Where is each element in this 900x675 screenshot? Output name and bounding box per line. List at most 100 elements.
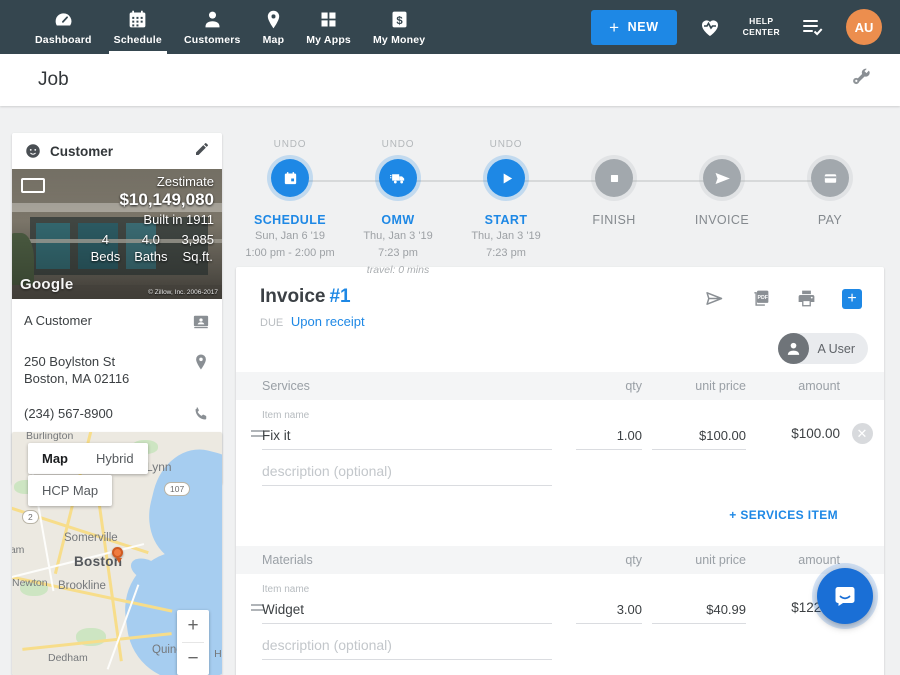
unit-price-input[interactable]: [652, 600, 746, 624]
apps-grid-icon: [318, 9, 339, 30]
nav-label: Map: [263, 34, 285, 46]
phone-icon[interactable]: [192, 405, 210, 428]
user-avatar[interactable]: AU: [846, 9, 882, 45]
dashboard-gauge-icon: [53, 9, 74, 30]
person-icon: [202, 9, 223, 30]
amount-column-header: amount: [746, 553, 840, 567]
job-tools-icon[interactable]: [850, 67, 872, 94]
customer-address-row: 250 Boylston StBoston, MA 02116: [12, 344, 222, 396]
map-type-toggle: Map Hybrid: [28, 443, 148, 474]
drag-handle[interactable]: [236, 430, 262, 437]
nav-schedule[interactable]: Schedule: [103, 0, 173, 54]
nav-dashboard[interactable]: Dashboard: [24, 0, 103, 54]
undo-start[interactable]: UNDO: [452, 139, 560, 155]
line-amount: $100.00: [746, 426, 840, 450]
qty-input[interactable]: [576, 426, 642, 450]
description-input[interactable]: [262, 636, 552, 660]
undo-row: UNDO UNDO UNDO: [236, 139, 884, 155]
step-omw-button[interactable]: [379, 159, 417, 197]
finish-step-label: FINISH: [560, 213, 668, 278]
customer-name-row: A Customer: [12, 303, 222, 344]
undo-schedule[interactable]: UNDO: [236, 139, 344, 155]
item-name-input[interactable]: [262, 426, 552, 450]
item-name-input[interactable]: [262, 600, 552, 624]
map-pin-icon: [263, 9, 284, 30]
property-photo[interactable]: Zestimate $10,149,080 Built in 1911 4Bed…: [12, 169, 222, 299]
new-button[interactable]: + NEW: [591, 10, 677, 45]
zestimate-value: $10,149,080: [91, 190, 214, 210]
unit-price-input[interactable]: [652, 426, 746, 450]
photo-credit: © Zillow, Inc. 2006-2017: [148, 289, 218, 296]
nav-label: Customers: [184, 34, 241, 46]
zoom-in-button[interactable]: +: [177, 610, 209, 642]
stop-icon: [606, 170, 623, 187]
assignee-name: A User: [817, 342, 855, 356]
section-name: Services: [262, 379, 566, 393]
beds-value: 4: [91, 231, 121, 248]
qty-input[interactable]: [576, 600, 642, 624]
hcp-map-button[interactable]: HCP Map: [28, 475, 112, 506]
heart-pulse-icon[interactable]: [698, 15, 722, 39]
step-pay-button[interactable]: [811, 159, 849, 197]
drag-handle[interactable]: [236, 604, 262, 611]
nav-my-apps[interactable]: My Apps: [295, 0, 362, 54]
calendar-icon: [127, 9, 148, 30]
invoice-due: DUE Upon receipt: [260, 314, 365, 329]
edit-customer-button[interactable]: [194, 141, 210, 162]
contact-card-icon[interactable]: [192, 312, 210, 335]
assignee-avatar: [778, 333, 809, 364]
assignee-chip[interactable]: A User: [778, 333, 868, 364]
map-label-hi: Hi: [214, 648, 222, 660]
location-pin-icon[interactable]: [192, 353, 210, 376]
page-header: Job: [0, 54, 900, 106]
map-label-brookline: Brookline: [58, 580, 106, 592]
map-label-burlington: Burlington: [26, 432, 73, 442]
task-list-icon[interactable]: [801, 15, 825, 39]
pdf-icon: PDF: [750, 288, 771, 309]
customer-phone-row: (234) 567-8900: [12, 396, 222, 437]
print-button[interactable]: [796, 288, 817, 309]
undo-omw[interactable]: UNDO: [344, 139, 452, 155]
wrench-gear-icon: [850, 67, 872, 89]
calendar-icon: [282, 170, 299, 187]
route-107-badge: 107: [164, 482, 190, 496]
send-invoice-button[interactable]: [704, 288, 725, 309]
map-widget[interactable]: Burlington Lynn 107 2 93 Somerville ham …: [12, 432, 222, 675]
chat-fab-button[interactable]: [817, 568, 873, 624]
baths-value: 4.0: [134, 231, 167, 248]
section-name: Materials: [262, 553, 566, 567]
invoice-header: Invoice#1 DUE Upon receipt PDF + A User: [236, 267, 884, 372]
help-center-line1: HELP: [743, 16, 780, 27]
schedule-step-label: SCHEDULE Sun, Jan 6 '19 1:00 pm - 2:00 p…: [236, 213, 344, 278]
add-services-item-link[interactable]: + SERVICES ITEM: [729, 508, 838, 522]
credit-card-icon: [822, 170, 839, 187]
due-value-link[interactable]: Upon receipt: [291, 314, 365, 329]
page-title: Job: [38, 69, 69, 91]
built-year: Built in 1911: [91, 212, 214, 227]
pdf-button[interactable]: PDF: [750, 288, 771, 309]
add-invoice-button[interactable]: +: [842, 289, 862, 309]
services-section-header: Services qty unit price amount: [236, 372, 884, 400]
remove-item-button[interactable]: ✕: [852, 423, 873, 444]
step-finish-button[interactable]: [595, 159, 633, 197]
step-invoice-button[interactable]: [703, 159, 741, 197]
invoice-title-text: Invoice: [260, 286, 325, 307]
property-stats: 4Beds 4.0Baths 3,985Sq.ft.: [91, 231, 214, 265]
pencil-icon: [194, 141, 210, 157]
help-center-link[interactable]: HELP CENTER: [743, 16, 780, 37]
nav-customers[interactable]: Customers: [173, 0, 252, 54]
step-schedule-button[interactable]: [271, 159, 309, 197]
map-type-hybrid-button[interactable]: Hybrid: [82, 443, 148, 474]
nav-my-money[interactable]: $ My Money: [362, 0, 436, 54]
unit-price-column-header: unit price: [642, 553, 746, 567]
nav-map[interactable]: Map: [252, 0, 296, 54]
svg-text:$: $: [396, 14, 403, 26]
zoom-out-button[interactable]: −: [177, 643, 209, 675]
chat-smile-icon: [831, 582, 859, 610]
invoice-number[interactable]: #1: [329, 286, 350, 307]
step-start-button[interactable]: [487, 159, 525, 197]
map-type-map-button[interactable]: Map: [28, 443, 82, 474]
map-label-dedham: Dedham: [48, 652, 88, 664]
street-view-icon[interactable]: [21, 178, 45, 193]
description-input[interactable]: [262, 462, 552, 486]
